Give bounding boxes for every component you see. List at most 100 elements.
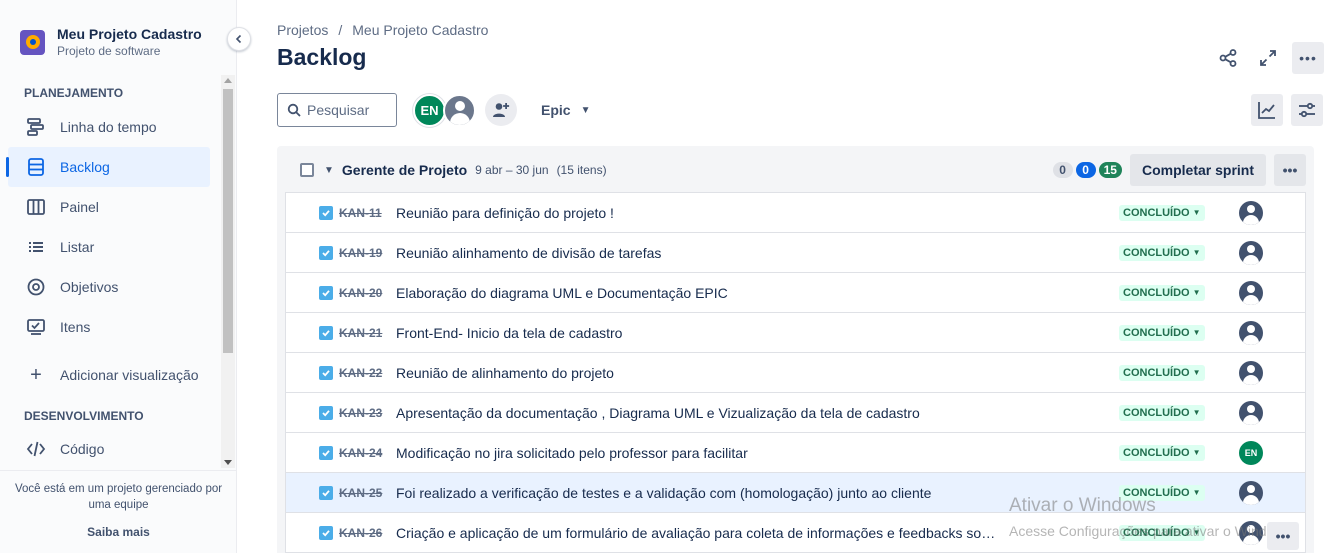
status-badge[interactable]: CONCLUÍDO ▼ [1119,444,1205,461]
issue-row[interactable]: KAN-22 Reunião de alinhamento do projeto C… [286,353,1305,393]
sidebar-item-backlog[interactable]: Backlog [6,147,210,187]
sidebar-nav: PLANEJAMENTO Linha do tempo Backlog Pain… [0,78,220,468]
complete-sprint-button[interactable]: Completar sprint [1129,154,1266,186]
sidebar-item-timeline[interactable]: Linha do tempo [8,107,210,147]
task-checkbox-icon [319,525,333,540]
assignee-avatar[interactable] [1239,400,1263,425]
breadcrumb-project[interactable]: Meu Projeto Cadastro [352,22,488,38]
chevron-down-icon: ▼ [1192,528,1201,537]
assignee-avatar[interactable] [1239,280,1263,305]
sprint-issue-count: (15 itens) [556,163,607,177]
issue-key[interactable]: KAN-11 [339,206,389,220]
status-badge[interactable]: CONCLUÍDO ▼ [1119,404,1205,421]
sidebar-item-label: Listar [60,239,95,255]
assignee-avatar[interactable] [1239,360,1263,385]
add-person-icon [493,103,510,117]
row-more-button[interactable]: ••• [1267,522,1299,550]
sprint-more-button[interactable]: ••• [1274,154,1306,186]
issue-row[interactable]: KAN-19 Reunião alinhamento de divisão de … [286,233,1305,273]
issue-summary[interactable]: Reunião de alinhamento do projeto [396,365,614,381]
more-actions-button[interactable]: ••• [1292,42,1324,74]
sidebar-item-code[interactable]: Código [8,429,210,468]
issue-key[interactable]: KAN-20 [339,286,389,300]
status-badge[interactable]: CONCLUÍDO ▼ [1119,484,1205,501]
search-input[interactable]: Pesquisar [277,93,397,127]
status-label: CONCLUÍDO [1123,446,1190,459]
view-tools [1243,94,1323,126]
issue-row[interactable]: KAN-26 Criação e aplicação de um formulár… [286,513,1305,553]
share-button[interactable] [1212,42,1244,74]
chevron-down-icon[interactable]: ▼ [324,165,334,176]
scroll-down-icon[interactable] [224,460,232,465]
status-badge[interactable]: CONCLUÍDO ▼ [1119,364,1205,381]
issue-key[interactable]: KAN-23 [339,406,389,420]
add-view-button[interactable]: + Adicionar visualização [8,355,210,395]
sidebar-item-board[interactable]: Painel [8,187,210,227]
issue-summary[interactable]: Criação e aplicação de um formulário de … [396,525,996,541]
issue-key[interactable]: KAN-22 [339,366,389,380]
assignee-avatar[interactable] [1239,520,1263,545]
issue-key[interactable]: KAN-26 [339,526,389,540]
issue-summary[interactable]: Apresentação da documentação , Diagrama … [396,405,920,421]
issue-key[interactable]: KAN-24 [339,446,389,460]
issue-row[interactable]: KAN-11 Reunião para definição do projeto … [286,193,1305,233]
status-badge[interactable]: CONCLUÍDO ▼ [1119,204,1205,221]
sidebar-item-goals[interactable]: Objetivos [8,267,210,307]
view-settings-button[interactable] [1291,94,1323,126]
settings-sliders-icon [1299,102,1315,118]
scroll-thumb[interactable] [223,89,233,353]
search-icon [287,103,301,117]
sprint-select-checkbox[interactable] [300,163,314,177]
issue-summary[interactable]: Modificação no jira solicitado pelo prof… [396,445,748,461]
sprint-header[interactable]: ▼ Gerente de Projeto 9 abr – 30 jun (15 … [277,154,1314,186]
status-badge[interactable]: CONCLUÍDO ▼ [1119,244,1205,261]
issue-summary[interactable]: Foi realizado a verificação de testes e … [396,485,931,501]
status-badge[interactable]: CONCLUÍDO ▼ [1119,524,1205,541]
project-header[interactable]: Meu Projeto Cadastro Projeto de software [20,26,202,59]
avatar-filter-en[interactable]: EN [413,93,446,127]
assignee-avatar[interactable]: EN [1239,440,1263,465]
assignee-avatar[interactable] [1239,200,1263,225]
add-people-button[interactable] [485,94,517,126]
more-icon: ••• [1299,50,1317,66]
chevron-down-icon: ▼ [1192,408,1201,417]
scroll-up-icon[interactable] [224,78,232,83]
collapse-sidebar-button[interactable] [227,27,251,51]
status-badge[interactable]: CONCLUÍDO ▼ [1119,324,1205,341]
sidebar-item-label: Objetivos [60,279,119,295]
issue-row[interactable]: KAN-23 Apresentação da documentação , Dia… [286,393,1305,433]
chevron-down-icon: ▼ [1192,448,1201,457]
assignee-avatar[interactable] [1239,240,1263,265]
backlog-icon [24,155,48,179]
sidebar-item-items[interactable]: Itens [8,307,210,347]
issue-row[interactable]: KAN-25 Foi realizado a verificação de tes… [286,473,1305,513]
issue-key[interactable]: KAN-25 [339,486,389,500]
status-badge[interactable]: CONCLUÍDO ▼ [1119,284,1205,301]
chevron-down-icon: ▼ [1192,488,1201,497]
insights-button[interactable] [1251,94,1283,126]
sidebar-item-list[interactable]: Listar [8,227,210,267]
section-development: DESENVOLVIMENTO [24,409,144,423]
issue-key[interactable]: KAN-21 [339,326,389,340]
plus-icon: + [30,363,42,386]
learn-more-link[interactable]: Saiba mais [0,525,237,539]
fullscreen-button[interactable] [1252,42,1284,74]
issue-row[interactable]: KAN-21 Front-End- Inicio da tela de cadas… [286,313,1305,353]
backlog-toolbar: Pesquisar EN Epic ▼ [277,93,590,127]
issue-summary[interactable]: Elaboração do diagrama UML e Documentaçã… [396,285,728,301]
issue-summary[interactable]: Reunião alinhamento de divisão de tarefa… [396,245,661,261]
breadcrumb-projects[interactable]: Projetos [277,22,328,38]
sidebar-scrollbar[interactable] [221,75,235,468]
assignee-avatar[interactable] [1239,320,1263,345]
issue-summary[interactable]: Reunião para definição do projeto ! [396,205,614,221]
task-checkbox-icon [319,205,333,220]
issue-row[interactable]: KAN-20 Elaboração do diagrama UML e Docum… [286,273,1305,313]
issue-key[interactable]: KAN-19 [339,246,389,260]
avatar-filter-unassigned[interactable] [443,93,476,127]
issue-row[interactable]: KAN-24 Modificação no jira solicitado pel… [286,433,1305,473]
sprint-container: ▼ Gerente de Projeto 9 abr – 30 jun (15 … [277,146,1314,553]
epic-filter-dropdown[interactable]: Epic ▼ [541,102,590,118]
issue-summary[interactable]: Front-End- Inicio da tela de cadastro [396,325,622,341]
managed-project-text: Você está em um projeto gerenciado por u… [14,483,223,511]
assignee-avatar[interactable] [1239,480,1263,505]
